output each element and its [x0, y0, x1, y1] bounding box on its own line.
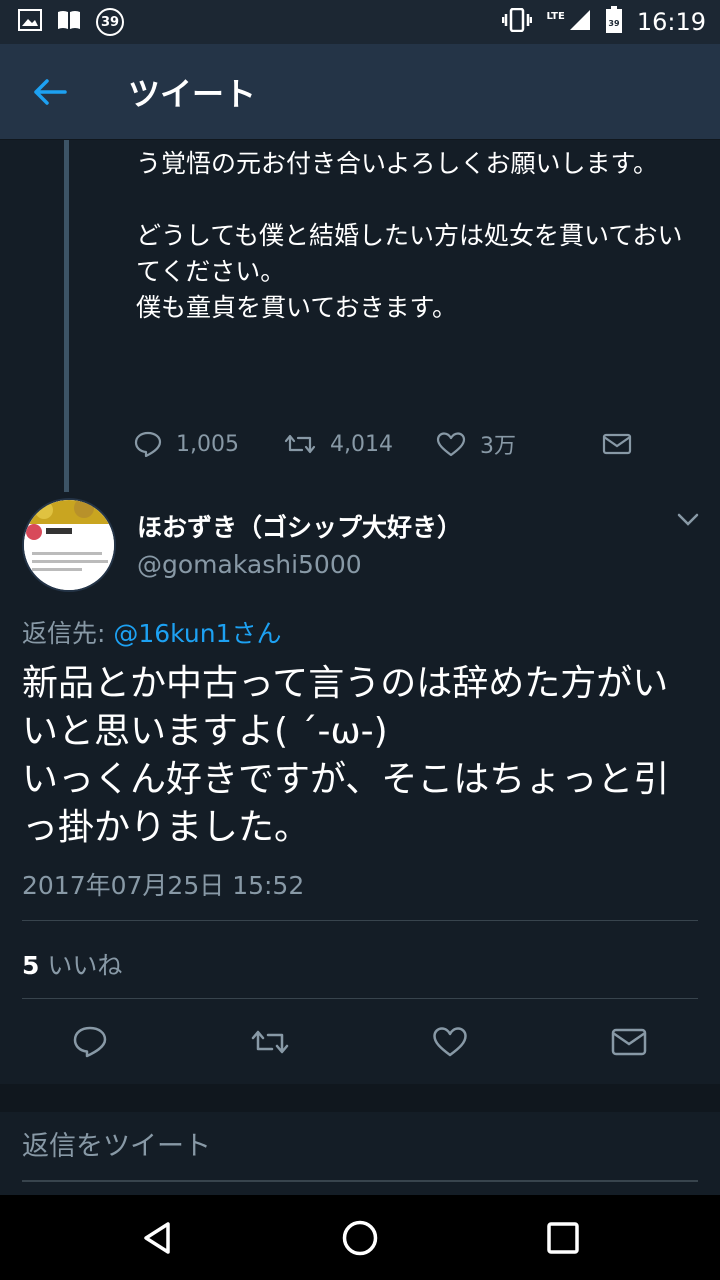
reply-icon	[134, 431, 162, 457]
tweet-timestamp: 2017年07月25日 15:52	[22, 871, 305, 900]
triangle-back-icon	[144, 1222, 170, 1254]
lte-label: LTE	[546, 10, 565, 22]
back-arrow-icon	[34, 78, 67, 105]
divider	[22, 998, 698, 999]
clock: 16:19	[636, 8, 706, 36]
retweet-action[interactable]: 4,014	[284, 431, 436, 457]
previous-tweet-actions: 1,005 4,014 3万	[134, 424, 634, 464]
nav-back-button[interactable]	[133, 1213, 183, 1263]
retweet-button[interactable]	[248, 1020, 292, 1064]
reply-icon	[73, 1026, 107, 1058]
reply-action[interactable]: 1,005	[134, 431, 284, 457]
reply-input[interactable]	[22, 1112, 698, 1182]
retweet-icon	[251, 1030, 289, 1054]
nav-home-button[interactable]	[335, 1213, 385, 1263]
likes-count: 5	[22, 951, 40, 980]
reply-button[interactable]	[68, 1020, 112, 1064]
direct-message-button[interactable]	[607, 1020, 651, 1064]
avatar[interactable]	[22, 498, 116, 592]
chevron-down-icon	[677, 513, 699, 526]
envelope-icon	[602, 433, 632, 455]
signal-icon	[569, 9, 591, 35]
like-count: 3万	[480, 434, 516, 459]
heart-icon	[433, 1027, 467, 1057]
reply-mention-link[interactable]: @16kun1さん	[113, 619, 281, 648]
system-nav-bar	[0, 1195, 720, 1280]
thread-connector	[64, 140, 69, 492]
section-separator	[0, 1084, 720, 1112]
direct-message-action[interactable]	[602, 432, 632, 456]
reply-context: 返信先: @16kun1さん	[22, 614, 282, 650]
likes-label: いいね	[47, 951, 123, 980]
app-bar: ツイート	[0, 44, 720, 140]
divider	[22, 920, 698, 921]
author-handle[interactable]: @gomakashi5000	[137, 550, 362, 579]
reply-prefix: 返信先:	[22, 619, 114, 648]
retweet-icon	[284, 434, 316, 454]
reply-composer	[0, 1112, 720, 1195]
square-recents-icon	[547, 1222, 579, 1254]
tweet-actions	[0, 1020, 720, 1064]
like-button[interactable]	[428, 1020, 472, 1064]
notification-count-badge: 39	[96, 8, 124, 36]
retweet-count: 4,014	[330, 431, 393, 457]
image-notification-icon	[18, 9, 42, 35]
previous-tweet-text: しかし結婚が"絶対あり得ない"お付き合いだという覚悟の元お付き合いよろしくお願い…	[136, 140, 684, 322]
heart-icon	[436, 432, 466, 457]
page-title: ツイート	[128, 74, 257, 113]
author-name[interactable]: ほおずき（ゴシップ大好き）	[137, 508, 462, 544]
reply-count: 1,005	[176, 431, 239, 457]
status-bar: 39 LTE 39 16:19	[0, 0, 720, 44]
envelope-icon	[611, 1028, 647, 1056]
back-button[interactable]	[0, 44, 100, 140]
vibrate-icon	[502, 7, 533, 36]
tweet-text: 新品とか中古って言うのは辞めた方がいいと思いますよ( ´-ω-) いっくん好きで…	[22, 663, 670, 848]
nav-recents-button[interactable]	[538, 1213, 588, 1263]
battery-level: 39	[608, 19, 620, 28]
tweet-detail: しかし結婚が"絶対あり得ない"お付き合いだという覚悟の元お付き合いよろしくお願い…	[0, 140, 720, 1195]
tweet-menu-button[interactable]	[676, 512, 700, 532]
battery-icon: 39	[605, 6, 623, 38]
likes-summary[interactable]: 5 いいね	[22, 946, 122, 982]
like-action[interactable]: 3万	[436, 428, 602, 460]
book-notification-icon	[56, 9, 82, 35]
circle-home-icon	[342, 1220, 378, 1256]
